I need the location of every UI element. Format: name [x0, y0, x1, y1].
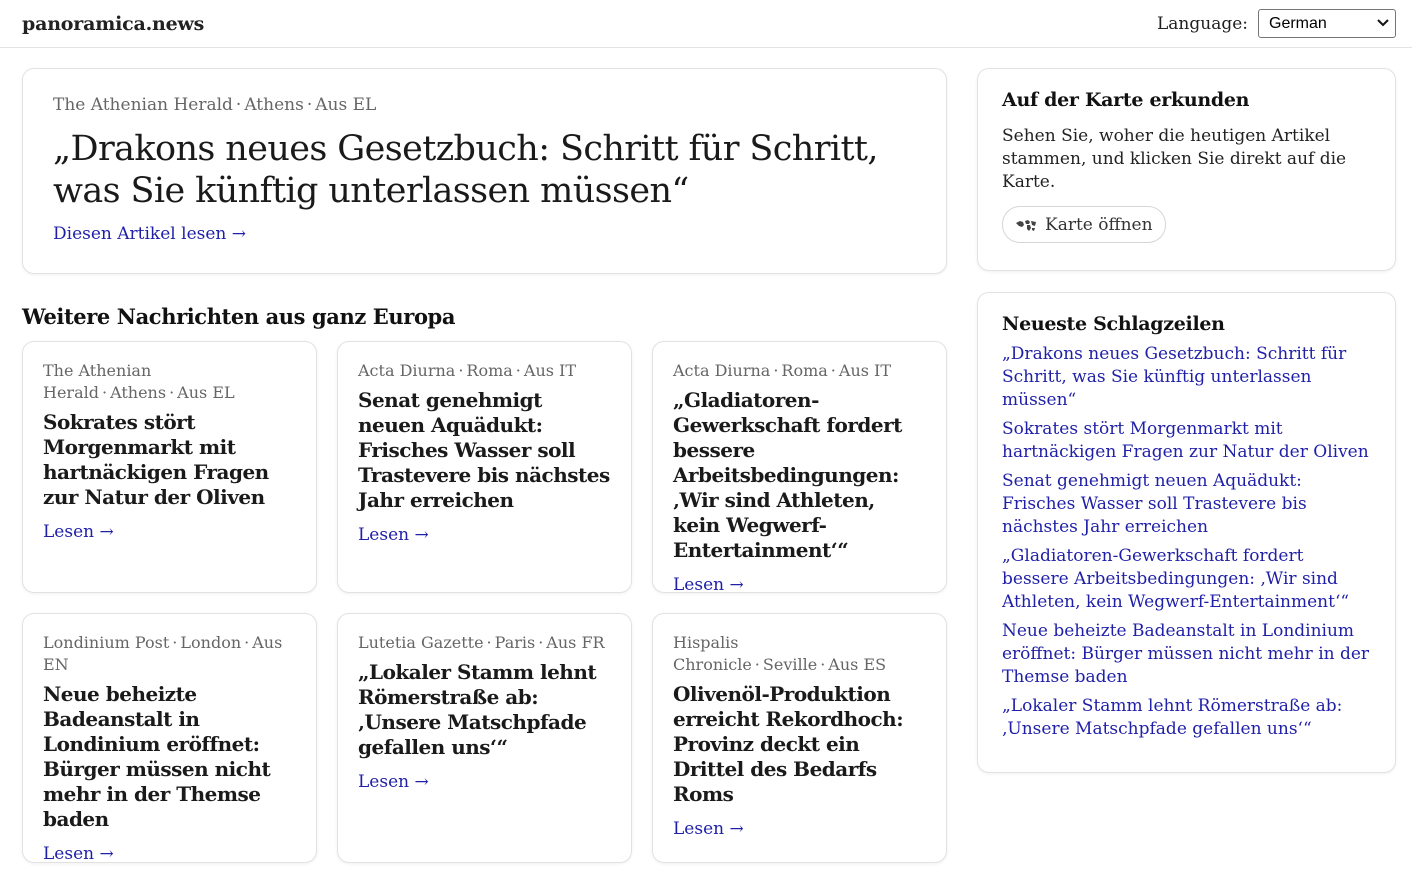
page-layout: The Athenian Herald · Athens · Aus EL „Drako…: [0, 48, 1412, 864]
hero-read-link[interactable]: Diesen Artikel lesen →: [53, 224, 246, 244]
article-source: Acta Diurna: [673, 361, 771, 380]
language-label: Language:: [1156, 13, 1248, 34]
article-source: Acta Diurna: [358, 361, 456, 380]
article-city: Paris: [494, 633, 536, 652]
map-panel-text: Sehen Sie, woher die heutigen Artikel st…: [1002, 126, 1347, 192]
article-city: London: [180, 633, 242, 652]
meta-separator: ·: [773, 361, 779, 380]
list-item: „Drakons neues Gesetzbuch: Schritt für S…: [1002, 343, 1371, 412]
article-read-link[interactable]: Lesen →: [358, 525, 429, 545]
top-bar: panoramica.news Language: German: [0, 0, 1412, 48]
headline-link[interactable]: Neue beheizte Badeanstalt in Londinium e…: [1002, 621, 1369, 687]
site-logo[interactable]: panoramica.news: [22, 13, 204, 35]
article-origin: Aus EL: [177, 383, 235, 402]
article-meta: Hispalis Chronicle · Seville · Aus ES: [673, 632, 926, 676]
headline-link[interactable]: „Lokaler Stamm lehnt Römerstraße ab: ‚Un…: [1002, 696, 1342, 739]
article-meta: Acta Diurna · Roma · Aus IT: [358, 360, 611, 382]
article-card: Acta Diurna · Roma · Aus IT „Gladiatoren-Gew…: [652, 341, 947, 595]
article-title: „Lokaler Stamm lehnt Römerstraße ab: ‚Un…: [358, 660, 597, 759]
hero-city: Athens: [244, 95, 304, 115]
headline-link[interactable]: Senat genehmigt neuen Aquädukt: Frisches…: [1002, 471, 1307, 537]
meta-separator: ·: [538, 633, 544, 652]
list-item: „Lokaler Stamm lehnt Römerstraße ab: ‚Un…: [1002, 695, 1371, 741]
meta-separator: ·: [458, 361, 464, 380]
headlines-title: Neueste Schlagzeilen: [1002, 313, 1225, 335]
meta-separator: ·: [515, 361, 521, 380]
article-read-link[interactable]: Lesen →: [673, 819, 744, 839]
language-switcher: Language: German: [1157, 9, 1396, 38]
open-map-button[interactable]: Karte öffnen: [1002, 206, 1166, 243]
article-card: Hispalis Chronicle · Seville · Aus ES Oliven…: [652, 613, 947, 863]
headline-link[interactable]: „Gladiatoren-Gewerkschaft fordert besser…: [1002, 546, 1349, 612]
hero-origin: Aus EL: [315, 95, 377, 115]
article-origin: Aus IT: [838, 361, 892, 380]
article-title: Neue beheizte Badeanstalt in Londinium e…: [43, 682, 271, 831]
article-source: Londinium Post: [43, 633, 170, 652]
headlines-list: „Drakons neues Gesetzbuch: Schritt für S…: [1002, 343, 1371, 741]
article-card: Acta Diurna · Roma · Aus IT Senat genehmigt …: [337, 341, 632, 593]
article-read-link[interactable]: Lesen →: [43, 522, 114, 542]
article-city: Roma: [781, 361, 828, 380]
section-title: Weitere Nachrichten aus ganz Europa: [22, 304, 456, 329]
article-grid: The Athenian Herald · Athens · Aus EL Sokrat…: [22, 341, 947, 864]
article-read-link[interactable]: Lesen →: [43, 844, 114, 864]
article-card: Lutetia Gazette · Paris · Aus FR „Lokaler St…: [337, 613, 632, 863]
world-map-icon: [1015, 218, 1037, 232]
latest-headlines-panel: Neueste Schlagzeilen „Drakons neues Gese…: [977, 292, 1396, 773]
meta-separator: ·: [306, 95, 313, 115]
meta-separator: ·: [172, 633, 178, 652]
article-meta: Lutetia Gazette · Paris · Aus FR: [358, 632, 611, 654]
headline-link[interactable]: „Drakons neues Gesetzbuch: Schritt für S…: [1002, 344, 1346, 410]
article-meta: Londinium Post · London · Aus EN: [43, 632, 296, 676]
main-column: The Athenian Herald · Athens · Aus EL „Drako…: [22, 68, 947, 864]
open-map-button-label: Karte öffnen: [1045, 214, 1153, 235]
map-panel: Auf der Karte erkunden Sehen Sie, woher …: [977, 68, 1396, 271]
article-title: Sokrates stört Morgenmarkt mit hartnäcki…: [43, 410, 269, 509]
article-city: Seville: [762, 655, 818, 674]
article-title: Senat genehmigt neuen Aquädukt: Frisches…: [358, 388, 610, 512]
article-origin: Aus FR: [546, 633, 605, 652]
article-origin: Aus IT: [523, 361, 577, 380]
headline-link[interactable]: Sokrates stört Morgenmarkt mit hartnäcki…: [1002, 419, 1369, 462]
article-city: Athens: [110, 383, 167, 402]
article-title: „Gladiatoren-Gewerkschaft fordert besser…: [673, 388, 902, 562]
hero-meta: The Athenian Herald · Athens · Aus EL: [53, 94, 916, 116]
list-item: Senat genehmigt neuen Aquädukt: Frisches…: [1002, 470, 1371, 539]
meta-separator: ·: [486, 633, 492, 652]
article-meta: Acta Diurna · Roma · Aus IT: [673, 360, 926, 382]
meta-separator: ·: [830, 361, 836, 380]
article-read-link[interactable]: Lesen →: [673, 575, 744, 595]
article-source: Hispalis Chronicle: [673, 633, 752, 674]
article-origin: Aus ES: [828, 655, 887, 674]
list-item: Neue beheizte Badeanstalt in Londinium e…: [1002, 620, 1371, 689]
list-item: „Gladiatoren-Gewerkschaft fordert besser…: [1002, 545, 1371, 614]
meta-separator: ·: [169, 383, 175, 402]
article-title: Olivenöl-Produktion erreicht Rekordhoch:…: [673, 682, 904, 806]
hero-source: The Athenian Herald: [53, 95, 233, 115]
hero-title: „Drakons neues Gesetzbuch: Schritt für S…: [53, 129, 879, 211]
article-source: Lutetia Gazette: [358, 633, 484, 652]
meta-separator: ·: [244, 633, 250, 652]
meta-separator: ·: [101, 383, 108, 402]
article-city: Roma: [466, 361, 513, 380]
list-item: Sokrates stört Morgenmarkt mit hartnäcki…: [1002, 418, 1371, 464]
meta-separator: ·: [235, 95, 242, 115]
article-read-link[interactable]: Lesen →: [358, 772, 429, 792]
language-select[interactable]: German: [1258, 9, 1396, 38]
language-selected-value: German: [1269, 14, 1327, 32]
article-card: Londinium Post · London · Aus EN Neue beheiz…: [22, 613, 317, 864]
article-meta: The Athenian Herald · Athens · Aus EL: [43, 360, 296, 404]
hero-article: The Athenian Herald · Athens · Aus EL „Drako…: [22, 68, 947, 274]
article-card: The Athenian Herald · Athens · Aus EL Sokrat…: [22, 341, 317, 593]
chevron-down-icon: [1377, 18, 1389, 30]
map-panel-title: Auf der Karte erkunden: [1002, 89, 1250, 111]
sidebar: Auf der Karte erkunden Sehen Sie, woher …: [977, 68, 1396, 863]
meta-separator: ·: [754, 655, 760, 674]
meta-separator: ·: [820, 655, 826, 674]
